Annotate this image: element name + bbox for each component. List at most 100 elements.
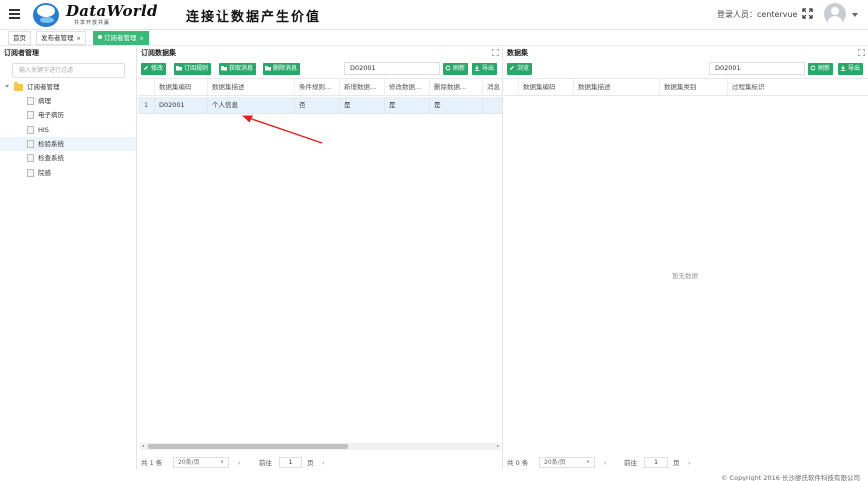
delete-messages-button[interactable]: 删除消息 bbox=[263, 63, 301, 75]
logo-subtitle: 共享开放共赢 bbox=[74, 20, 111, 26]
button-label: 删除消息 bbox=[273, 65, 298, 72]
button-label: 浏览 bbox=[517, 65, 530, 72]
button-label: 订阅规则 bbox=[184, 65, 209, 72]
export-button[interactable]: 导出 bbox=[472, 63, 498, 75]
menu-toggle-icon[interactable] bbox=[9, 9, 20, 20]
edit-button[interactable]: 修改 bbox=[141, 63, 167, 75]
column-header[interactable]: 数据集描述 bbox=[208, 79, 295, 96]
expand-icon[interactable] bbox=[858, 49, 865, 56]
column-header[interactable]: 数据集编码 bbox=[519, 79, 574, 96]
tab-subscriber[interactable]: 订阅者管理 × bbox=[93, 31, 149, 45]
file-icon bbox=[27, 169, 34, 177]
table-cell bbox=[483, 97, 502, 114]
goto-label: 前往 bbox=[259, 459, 272, 467]
next-page-icon[interactable]: › bbox=[688, 457, 691, 469]
refresh-icon bbox=[445, 65, 451, 71]
pager-total: 共 0 条 bbox=[507, 459, 529, 467]
close-icon[interactable]: × bbox=[77, 36, 81, 42]
tab-bar: 首页 发布者管理 × 订阅者管理 × bbox=[0, 30, 868, 46]
column-header[interactable]: 数据集类别 bbox=[660, 79, 728, 96]
browse-button[interactable]: 浏览 bbox=[507, 63, 533, 75]
prev-page-icon[interactable]: ‹ bbox=[238, 457, 241, 469]
folder-icon bbox=[265, 66, 271, 71]
scroll-right-icon[interactable] bbox=[497, 445, 499, 447]
tree-item[interactable]: 检查系统 bbox=[0, 151, 136, 165]
active-dot-icon bbox=[98, 35, 102, 39]
row-index: 1 bbox=[138, 97, 155, 114]
file-icon bbox=[27, 154, 34, 162]
scrollbar-thumb[interactable] bbox=[148, 444, 348, 449]
tree-item[interactable]: 检验系统 bbox=[0, 137, 136, 151]
close-icon[interactable]: × bbox=[140, 36, 144, 42]
caret-down-icon[interactable] bbox=[5, 85, 9, 88]
avatar[interactable] bbox=[824, 3, 846, 25]
export-button[interactable]: 导出 bbox=[838, 63, 864, 75]
button-label: 导出 bbox=[848, 65, 861, 72]
tree-root[interactable]: 订阅者管理 bbox=[0, 80, 136, 94]
table-header: 数据集编码 数据集描述 数据集类别 过程集标识 bbox=[504, 78, 868, 96]
tab-home[interactable]: 首页 bbox=[8, 31, 31, 45]
tab-label: 发布者管理 bbox=[41, 34, 74, 42]
button-label: 导出 bbox=[482, 65, 495, 72]
column-header[interactable]: 新增数据... bbox=[340, 79, 385, 96]
file-icon bbox=[27, 126, 34, 134]
tree-item-label: 病理 bbox=[38, 97, 51, 105]
column-header[interactable]: 删除数据... bbox=[430, 79, 483, 96]
page-number-input[interactable]: 1 bbox=[279, 457, 302, 468]
tree-item[interactable]: 电子病历 bbox=[0, 108, 136, 122]
next-page-icon[interactable]: › bbox=[322, 457, 325, 469]
login-user: 登录人员：centervue bbox=[717, 10, 798, 19]
empty-state: 暂无数据 bbox=[672, 272, 698, 280]
tree-item-label: 检验系统 bbox=[38, 140, 64, 148]
dataset-search-input[interactable]: D02001 bbox=[344, 62, 440, 75]
pagination: 共 0 条 bbox=[507, 457, 528, 469]
table-cell: 是 bbox=[430, 97, 483, 114]
column-header[interactable]: 数据集描述 bbox=[574, 79, 660, 96]
tree-root-label: 订阅者管理 bbox=[27, 83, 60, 91]
subscribe-rules-button[interactable]: 订阅规则 bbox=[174, 63, 212, 75]
pagination: 共 1 条 bbox=[141, 457, 162, 469]
refresh-button[interactable]: 刷新 bbox=[808, 63, 834, 75]
chevron-down-icon: ∨ bbox=[220, 459, 224, 465]
button-label: 修改 bbox=[151, 65, 164, 72]
tree-item[interactable]: 院感 bbox=[0, 166, 136, 180]
column-header[interactable]: 条件规则... bbox=[295, 79, 340, 96]
button-label: 刷新 bbox=[453, 65, 466, 72]
refresh-button[interactable]: 刷新 bbox=[443, 63, 469, 75]
column-header[interactable]: 数据集编码 bbox=[155, 79, 208, 96]
chevron-down-icon[interactable] bbox=[852, 13, 858, 17]
logo-icon bbox=[33, 3, 59, 27]
download-icon bbox=[474, 65, 480, 71]
column-header[interactable]: 修改数据... bbox=[385, 79, 430, 96]
expand-icon[interactable] bbox=[492, 49, 499, 56]
prev-page-icon[interactable]: ‹ bbox=[604, 457, 607, 469]
page-size-select[interactable]: 20条/页 ∨ bbox=[173, 457, 229, 468]
table-cell: 是 bbox=[385, 97, 430, 114]
horizontal-scrollbar[interactable] bbox=[140, 443, 501, 450]
page-unit-label: 页 bbox=[307, 459, 314, 467]
column-header[interactable]: 消息 bbox=[483, 79, 502, 96]
page-number-input[interactable]: 1 bbox=[644, 457, 668, 468]
tab-publisher[interactable]: 发布者管理 × bbox=[36, 31, 86, 45]
fetch-messages-button[interactable]: 获取消息 bbox=[219, 63, 257, 75]
file-icon bbox=[27, 97, 34, 105]
download-icon bbox=[840, 65, 846, 71]
logo-text: DataWorld bbox=[66, 2, 158, 20]
index-header bbox=[504, 79, 519, 96]
panel-title: 订阅者管理 bbox=[4, 49, 39, 57]
page-size-select[interactable]: 20条/页 ∨ bbox=[539, 457, 595, 468]
page-unit-label: 页 bbox=[673, 459, 680, 467]
column-header[interactable]: 过程集标识 bbox=[728, 79, 868, 96]
copyright-footer: © Copyright 2016 长沙廖氏软件科技有限公司 bbox=[720, 474, 860, 481]
fullscreen-icon[interactable] bbox=[802, 8, 813, 19]
app-header: DataWorld 共享开放共赢 连接让数据产生价值 登录人员：centervu… bbox=[0, 0, 868, 30]
scroll-left-icon[interactable] bbox=[142, 445, 144, 447]
tree-item[interactable]: HIS bbox=[0, 123, 136, 137]
page-size-value: 20条/页 bbox=[544, 459, 566, 466]
table-cell: D02001 bbox=[155, 97, 208, 114]
dataset-search-input[interactable]: D02001 bbox=[709, 62, 805, 75]
tree-item[interactable]: 病理 bbox=[0, 94, 136, 108]
tab-label: 首页 bbox=[13, 34, 26, 42]
table-header: 数据集编码 数据集描述 条件规则... 新增数据... 修改数据... 删除数据… bbox=[138, 78, 502, 96]
tree-filter-input[interactable]: 输入关键字进行过滤 bbox=[12, 63, 125, 78]
